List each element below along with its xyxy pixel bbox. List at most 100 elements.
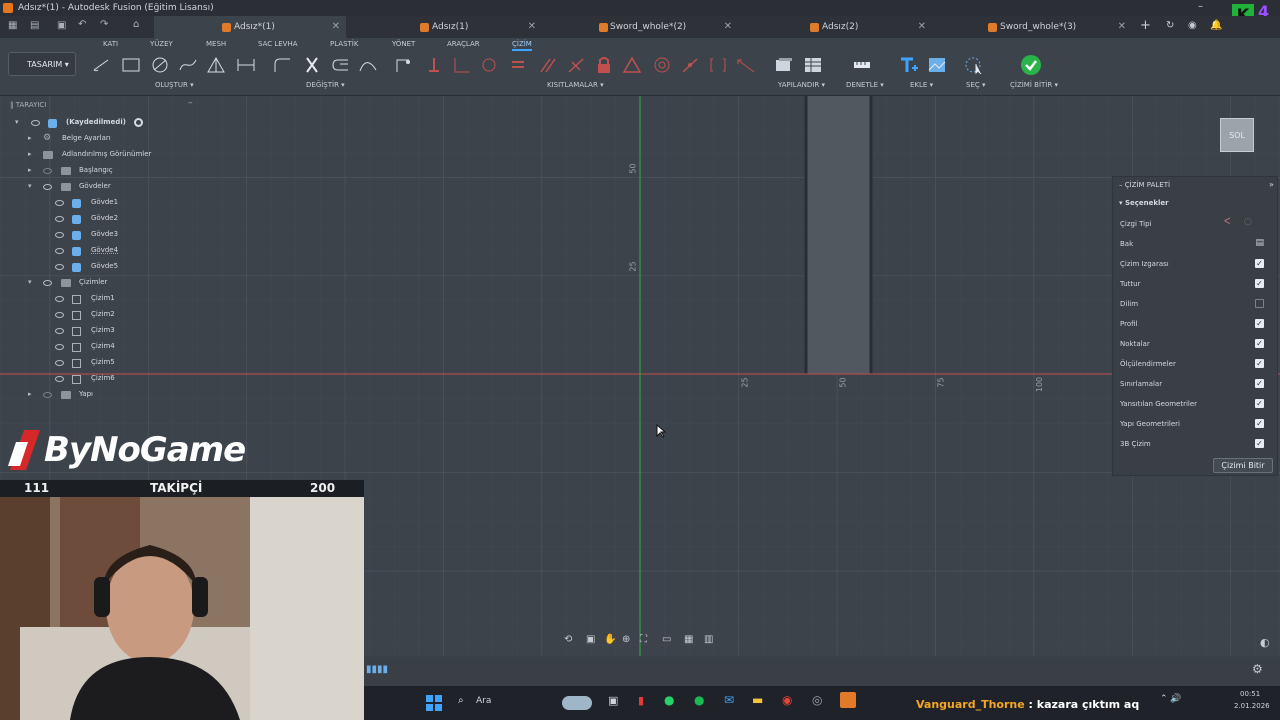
group-constraints[interactable]: KISITLAMALAR ▾ [547, 81, 604, 89]
save-icon[interactable]: ▣ [57, 20, 66, 31]
caret-right-icon[interactable]: ▸ [28, 150, 32, 158]
curvature-constraint-icon[interactable] [736, 56, 756, 74]
browser-item-origin[interactable]: ▸ Başlangıç [0, 164, 200, 178]
browser-body-4[interactable]: Gövde4 [0, 244, 200, 258]
tab-adsiz-1-modified[interactable]: Adsız*(1) ✕ [154, 16, 346, 38]
checkbox-checked[interactable]: ✓ [1255, 379, 1264, 388]
finish-sketch-icon[interactable] [1020, 54, 1042, 76]
undo-icon[interactable]: ↶ [78, 19, 86, 30]
group-inspect[interactable]: DENETLE ▾ [846, 81, 884, 89]
visibility-eye-icon[interactable] [55, 232, 64, 238]
file-menu-icon[interactable]: ▤ [30, 20, 39, 31]
sync-icon[interactable]: ↻ [1166, 20, 1174, 31]
circle-tool-icon[interactable] [150, 56, 170, 74]
option-sketch-grid[interactable]: Çizim Izgarası ✓ [1120, 257, 1272, 271]
taskbar-search[interactable]: Ara [476, 696, 491, 706]
redo-icon[interactable]: ↷ [100, 19, 108, 30]
grid-menu-icon[interactable]: ▦ [8, 20, 17, 31]
look-at-icon[interactable]: ▤ [1255, 238, 1264, 248]
mail-icon[interactable]: ✉ [724, 693, 734, 707]
caret-right-icon[interactable]: ▸ [28, 134, 32, 142]
fusion-taskbar-icon[interactable] [840, 692, 856, 708]
option-3d-sketch[interactable]: 3B Çizim ✓ [1120, 437, 1272, 451]
caret-down-icon[interactable]: ▾ [28, 278, 32, 286]
visibility-eye-icon[interactable] [55, 296, 64, 302]
workspace-switcher[interactable]: TASARIM ▾ [8, 52, 76, 76]
construction-line-icon[interactable]: ◌ [1244, 217, 1252, 227]
notifications-icon[interactable]: 🔔 [1210, 20, 1222, 31]
browser-sketch-6[interactable]: Çizim6 [0, 372, 200, 386]
browser-item-sketches[interactable]: ▾ Çizimler [0, 276, 200, 290]
checkbox-unchecked[interactable] [1255, 299, 1264, 308]
option-linetype[interactable]: Çizgi Tipi ᐸ ◌ [1120, 217, 1272, 231]
caret-down-icon[interactable]: ▾ [28, 182, 32, 190]
option-slice[interactable]: Dilim [1120, 297, 1272, 311]
viewports-icon[interactable]: ▥ [704, 634, 713, 645]
option-snap[interactable]: Tuttur ✓ [1120, 277, 1272, 291]
dimension-tool-icon[interactable] [236, 56, 256, 74]
visibility-eye-icon[interactable] [55, 360, 64, 366]
tab-yuzey[interactable]: YÜZEY [150, 40, 173, 48]
tab-mesh[interactable]: MESH [206, 40, 226, 48]
tab-sword-whole-3[interactable]: Sword_whole*(3) ✕ [932, 16, 1132, 38]
linetype-icon[interactable]: ᐸ [1224, 217, 1231, 227]
viewcube[interactable]: SOL [1220, 118, 1254, 152]
comments-icon[interactable]: ◐ [1260, 636, 1270, 649]
visibility-eye-icon[interactable] [43, 184, 52, 190]
mirror-tool-icon[interactable] [358, 56, 378, 74]
browser-sketch-3[interactable]: Çizim3 [0, 324, 200, 338]
tab-araclar[interactable]: ARAÇLAR [447, 40, 480, 48]
visibility-eye-icon[interactable] [43, 168, 52, 174]
tangent-constraint-icon[interactable] [480, 56, 500, 74]
insert-image-icon[interactable] [927, 56, 947, 74]
pan-icon[interactable]: ✋ [604, 634, 616, 645]
visibility-eye-icon[interactable] [55, 200, 64, 206]
browser-body-1[interactable]: Gövde1 [0, 196, 200, 210]
browser-item-construction[interactable]: ▸ Yapı [0, 388, 200, 402]
checkbox-checked[interactable]: ✓ [1255, 259, 1264, 268]
trim-tool-icon[interactable] [302, 56, 322, 74]
browser-sketch-4[interactable]: Çizim4 [0, 340, 200, 354]
grid-settings-icon[interactable]: ▦ [684, 634, 693, 645]
tab-kati[interactable]: KATI [103, 40, 118, 48]
checkbox-checked[interactable]: ✓ [1255, 339, 1264, 348]
checkbox-checked[interactable]: ✓ [1255, 319, 1264, 328]
option-points[interactable]: Noktalar ✓ [1120, 337, 1272, 351]
insert-text-icon[interactable] [898, 56, 918, 74]
measure-icon[interactable] [852, 56, 872, 74]
offset-tool-icon[interactable] [330, 56, 350, 74]
option-profile[interactable]: Profil ✓ [1120, 317, 1272, 331]
group-insert[interactable]: EKLE ▾ [910, 81, 933, 89]
caret-right-icon[interactable]: ▸ [28, 166, 32, 174]
browser-item-bodies[interactable]: ▾ Gövdeler [0, 180, 200, 194]
group-finish-sketch[interactable]: ÇİZİMİ BİTİR ▾ [1010, 81, 1058, 89]
tray-icons[interactable]: ⌃ 🔊 [1160, 694, 1182, 704]
option-constraints[interactable]: Sınırlamalar ✓ [1120, 377, 1272, 391]
fillet-tool-icon[interactable] [272, 56, 292, 74]
zoom-icon[interactable]: ⊕ [622, 634, 630, 645]
symmetry-constraint-icon[interactable] [622, 56, 642, 74]
option-look-at[interactable]: Bak ▤ [1120, 237, 1272, 251]
checkbox-checked[interactable]: ✓ [1255, 279, 1264, 288]
task-view-icon[interactable]: ▣ [608, 694, 618, 707]
tab-cizim[interactable]: ÇİZİM [512, 40, 532, 51]
visibility-eye-icon[interactable] [55, 344, 64, 350]
select-tool-icon[interactable] [964, 56, 984, 74]
parallel-constraint-icon[interactable] [538, 56, 558, 74]
look-at-icon[interactable]: ▣ [586, 634, 595, 645]
rectangle-tool-icon[interactable] [121, 56, 141, 74]
parameters-icon[interactable] [774, 56, 794, 74]
visibility-eye-icon[interactable] [55, 312, 64, 318]
visibility-eye-icon[interactable] [55, 376, 64, 382]
visibility-eye-icon[interactable] [43, 392, 52, 398]
finish-sketch-button[interactable]: Çizimi Bitir [1213, 458, 1273, 473]
concentric-constraint-icon[interactable] [652, 56, 672, 74]
tab-yonet[interactable]: YÖNET [392, 40, 415, 48]
midpoint-constraint-icon[interactable] [680, 56, 700, 74]
visibility-eye-icon[interactable] [55, 328, 64, 334]
spline-tool-icon[interactable] [178, 56, 198, 74]
smooth-constraint-icon[interactable] [708, 56, 728, 74]
equal-constraint-icon[interactable] [508, 56, 528, 74]
close-tab-icon[interactable]: ✕ [1118, 21, 1126, 32]
group-configure[interactable]: YAPILANDIR ▾ [778, 81, 825, 89]
